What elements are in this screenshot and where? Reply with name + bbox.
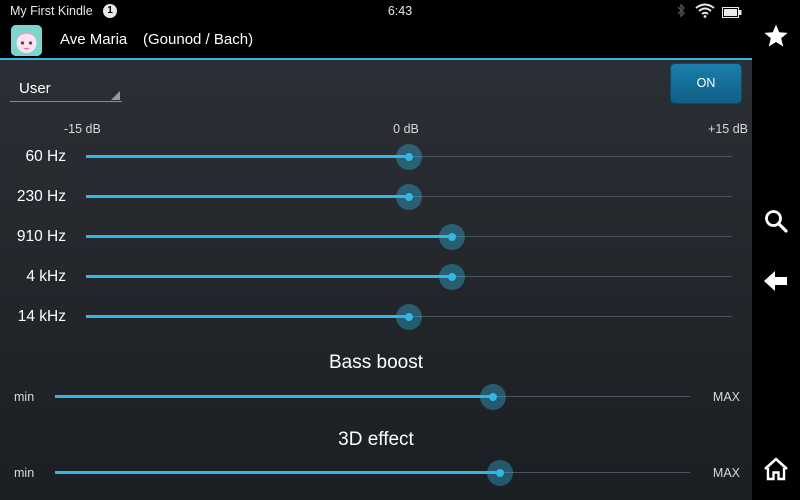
slider-thumb[interactable] (439, 224, 466, 250)
slider-thumb[interactable] (439, 264, 466, 290)
preset-value: User (19, 80, 51, 97)
search-icon (765, 210, 788, 233)
notification-badge[interactable]: 1 (103, 4, 117, 18)
app-icon[interactable] (11, 25, 42, 56)
slider-fill (86, 195, 409, 198)
slider-fill (86, 235, 453, 238)
band-slider-4khz[interactable] (86, 262, 732, 292)
scale-mid-label: 0 dB (393, 122, 419, 136)
3d-effect-title: 3D effect (338, 429, 414, 450)
band-label-60hz: 60 Hz (25, 148, 67, 165)
star-icon (764, 24, 788, 47)
slider-fill (55, 395, 494, 398)
back-arrow-icon (764, 271, 787, 291)
band-slider-60hz[interactable] (86, 142, 732, 172)
slider-thumb[interactable] (396, 144, 422, 170)
status-bar: My First Kindle 1 6:43 (0, 0, 752, 22)
slider-fill (55, 471, 500, 474)
slider-thumb[interactable] (396, 184, 422, 210)
band-label-14khz: 14 kHz (17, 308, 66, 325)
dropdown-arrow-icon (111, 91, 120, 100)
battery-icon (722, 5, 742, 23)
band-slider-910hz[interactable] (86, 222, 732, 252)
preset-dropdown[interactable]: User (10, 74, 122, 102)
scale-max-label: +15 dB (708, 122, 748, 136)
3d-effect-slider[interactable] (55, 458, 690, 488)
slider-thumb[interactable] (486, 460, 513, 486)
bass-boost-slider[interactable] (55, 382, 690, 412)
wifi-icon (695, 3, 715, 23)
band-slider-14khz[interactable] (86, 302, 732, 332)
bass-boost-max-label: MAX (712, 390, 740, 404)
band-slider-230hz[interactable] (86, 182, 732, 212)
bass-boost-min-label: min (14, 390, 35, 404)
clock: 6:43 (387, 4, 413, 18)
slider-thumb[interactable] (396, 304, 422, 330)
slider-thumb[interactable] (480, 384, 507, 410)
3d-effect-max-label: MAX (712, 466, 740, 480)
search-button[interactable] (752, 200, 800, 240)
band-label-230hz: 230 Hz (16, 188, 66, 205)
bluetooth-icon (676, 3, 686, 23)
track-artist: (Gounod / Bach) (143, 31, 254, 48)
title-bar: Ave Maria (Gounod / Bach) (0, 22, 752, 58)
track-title: Ave Maria (60, 31, 128, 48)
equalizer-panel: User ON -15 dB 0 dB +15 dB 60 Hz 230 Hz … (0, 60, 752, 500)
device-name: My First Kindle (10, 4, 93, 18)
3d-effect-min-label: min (14, 466, 35, 480)
back-button[interactable] (752, 260, 800, 300)
bass-boost-title: Bass boost (329, 352, 423, 373)
scale-min-label: -15 dB (64, 122, 101, 136)
home-button[interactable] (752, 448, 800, 488)
slider-fill (86, 315, 409, 318)
equalizer-toggle-button[interactable]: ON (670, 63, 742, 104)
favorites-button[interactable] (752, 15, 800, 55)
slider-fill (86, 155, 409, 158)
band-label-4khz: 4 kHz (26, 268, 66, 285)
home-icon (764, 457, 788, 481)
navigation-bar (752, 0, 800, 500)
slider-fill (86, 275, 453, 278)
band-label-910hz: 910 Hz (16, 228, 66, 245)
